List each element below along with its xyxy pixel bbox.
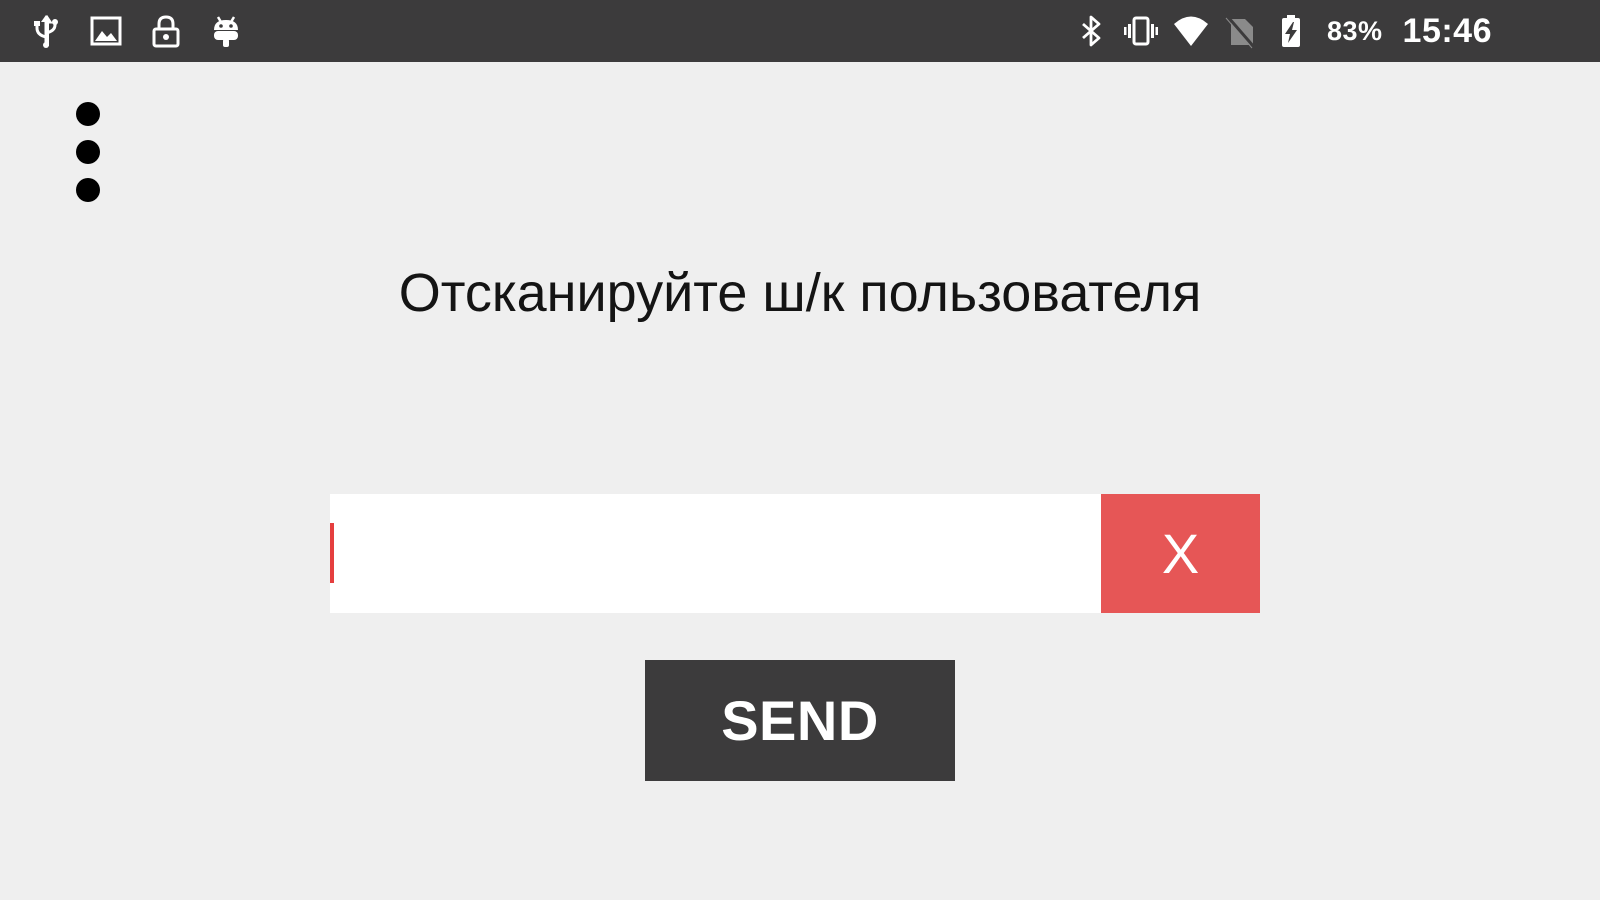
vibrate-icon [1123, 13, 1159, 49]
more-vert-icon [76, 102, 100, 202]
status-bar-system: 83% 15:46 [1073, 10, 1492, 52]
scan-prompt-text: Отсканируйте ш/к пользователя [398, 263, 1202, 323]
send-button[interactable]: SEND [645, 660, 955, 781]
clear-button[interactable]: X [1101, 494, 1260, 613]
bluetooth-icon [1073, 13, 1109, 49]
overflow-menu-button[interactable] [68, 96, 108, 208]
image-icon [88, 13, 124, 49]
scan-prompt: Отсканируйте ш/к пользователя [0, 262, 1600, 324]
text-caret [330, 523, 334, 583]
no-sim-icon [1223, 13, 1259, 49]
usb-icon [28, 13, 64, 49]
status-bar: 83% 15:46 [0, 0, 1600, 62]
barcode-input-wrapper [330, 494, 1101, 613]
send-button-label: SEND [721, 689, 879, 752]
battery-charging-icon [1273, 13, 1309, 49]
barcode-input[interactable] [330, 494, 1101, 613]
app-screen: 83% 15:46 Отсканируйте ш/к пользователя … [0, 0, 1600, 900]
barcode-input-row: X [330, 494, 1260, 613]
status-clock: 15:46 [1402, 11, 1492, 50]
clear-button-label: X [1161, 522, 1200, 585]
wifi-icon [1173, 13, 1209, 49]
android-icon [208, 13, 244, 49]
lock-icon [148, 13, 184, 49]
status-bar-notifications [28, 10, 244, 52]
battery-percentage: 83% [1326, 15, 1383, 46]
